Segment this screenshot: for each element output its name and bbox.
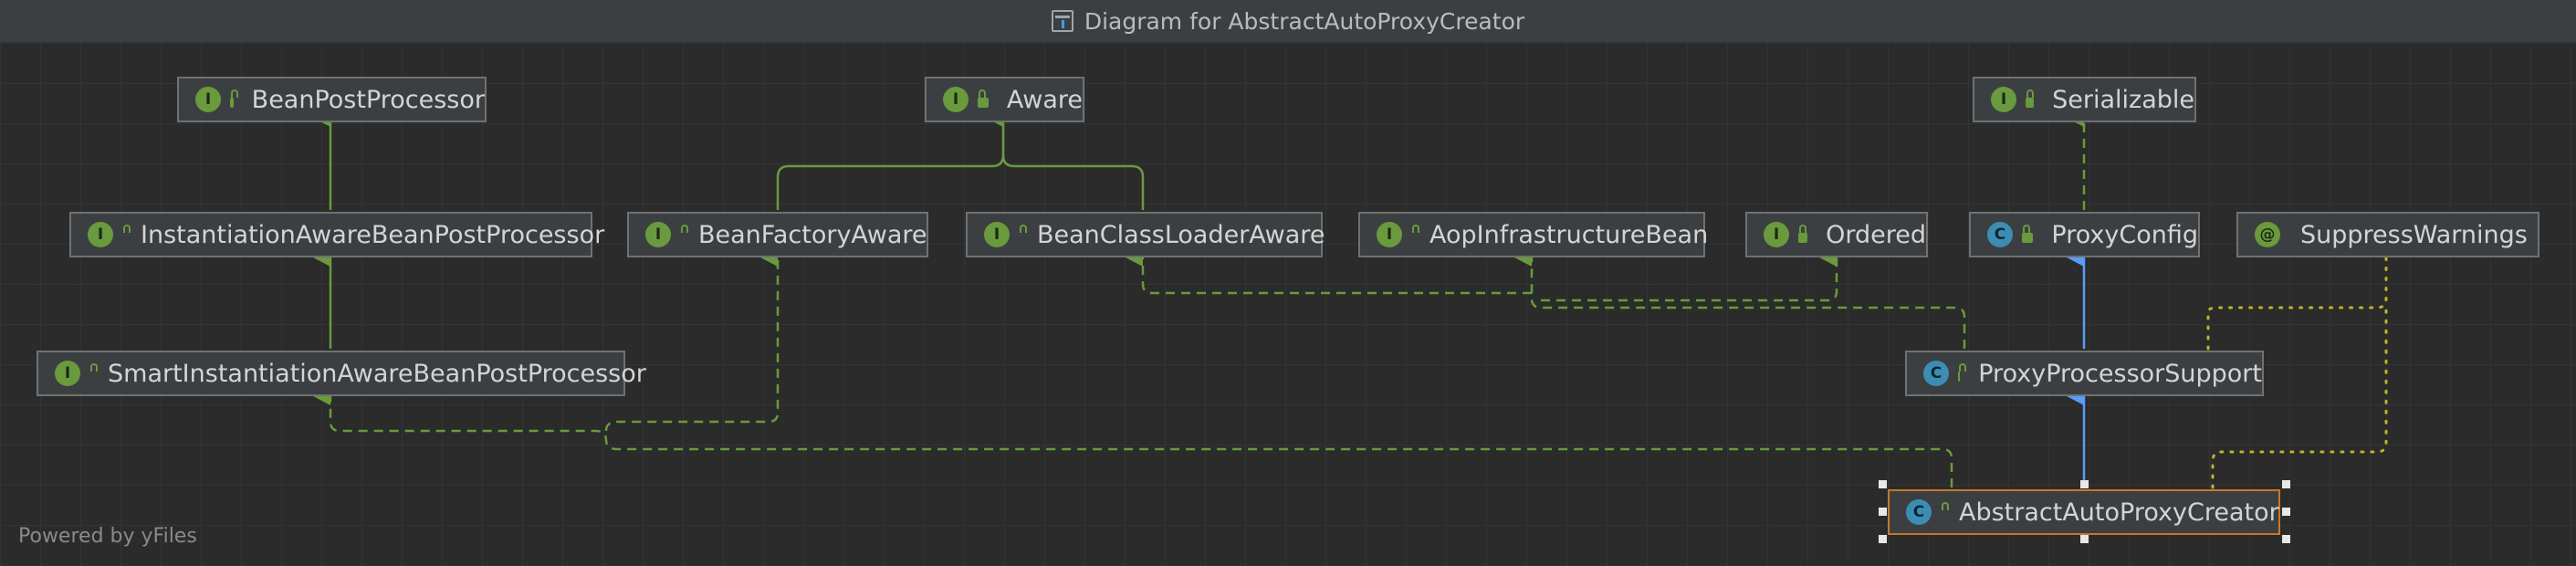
node-label: Ordered bbox=[1826, 220, 1926, 249]
node-label: Aware bbox=[1006, 85, 1083, 114]
node-label: SmartInstantiationAwareBeanPostProcessor bbox=[108, 359, 646, 388]
node-label: ProxyProcessorSupport bbox=[1978, 359, 2262, 388]
node-aware[interactable]: I Aware bbox=[925, 77, 1084, 122]
node-suppress-warnings[interactable]: @ SuppressWarnings bbox=[2236, 212, 2539, 257]
interface-icon: I bbox=[195, 87, 221, 112]
selection-handle[interactable] bbox=[1879, 480, 1887, 488]
node-label: InstantiationAwareBeanPostProcessor bbox=[141, 220, 605, 249]
interface-icon: I bbox=[1991, 87, 2016, 112]
node-abstract-auto-proxy-creator[interactable]: C AbstractAutoProxyCreator bbox=[1888, 489, 2280, 535]
interface-icon: I bbox=[943, 87, 969, 112]
lock-icon bbox=[2022, 225, 2034, 243]
node-label: SuppressWarnings bbox=[2300, 220, 2528, 249]
node-smart-instantiation-aware-bean-post-processor[interactable]: I SmartInstantiationAwareBeanPostProcess… bbox=[37, 351, 646, 396]
edge-proxy-processor-support-to-bean-class-loader-aware bbox=[1126, 248, 1533, 295]
node-label: BeanPostProcessor bbox=[251, 85, 485, 114]
edge-abstract-auto-proxy-creator-to-bean-factory-aware bbox=[604, 248, 780, 432]
node-label: BeanClassLoaderAware bbox=[1037, 220, 1325, 249]
window-title-bar: Diagram for AbstractAutoProxyCreator bbox=[0, 0, 2576, 43]
node-serializable[interactable]: I Serializable bbox=[1973, 77, 2196, 122]
edge-proxy-processor-support-to-aop-infrastructure-bean bbox=[1514, 248, 1966, 349]
interface-icon: I bbox=[55, 361, 80, 386]
node-label: AopInfrastructureBean bbox=[1429, 220, 1709, 249]
lock-icon bbox=[2026, 89, 2035, 108]
diagram-icon bbox=[1051, 10, 1073, 32]
edge-bean-factory-aware-to-aware bbox=[776, 109, 1005, 210]
selection-handle[interactable] bbox=[2080, 535, 2089, 543]
node-label: Serializable bbox=[2052, 85, 2194, 114]
node-ordered[interactable]: I Ordered bbox=[1745, 212, 1928, 257]
node-bean-factory-aware[interactable]: I BeanFactoryAware bbox=[627, 212, 928, 257]
edge-proxy-processor-support-to-suppress-warnings bbox=[2206, 256, 2388, 351]
interface-icon: I bbox=[1764, 222, 1789, 247]
edge-bean-class-loader-aware-to-aware bbox=[1001, 154, 1145, 210]
selection-handle[interactable] bbox=[1879, 535, 1887, 543]
node-proxy-processor-support[interactable]: C ProxyProcessorSupport bbox=[1905, 351, 2264, 396]
edge-proxy-processor-support-to-ordered bbox=[1541, 248, 1838, 302]
annotation-icon: @ bbox=[2255, 222, 2280, 247]
node-bean-class-loader-aware[interactable]: I BeanClassLoaderAware bbox=[966, 212, 1325, 257]
node-label: ProxyConfig bbox=[2051, 220, 2198, 249]
selection-handle[interactable] bbox=[2282, 508, 2290, 516]
node-label: AbstractAutoProxyCreator bbox=[1959, 498, 2279, 527]
node-instantiation-aware-bean-post-processor[interactable]: I InstantiationAwareBeanPostProcessor bbox=[69, 212, 604, 257]
window-title: Diagram for AbstractAutoProxyCreator bbox=[1084, 7, 1525, 35]
node-aop-infrastructure-bean[interactable]: I AopInfrastructureBean bbox=[1358, 212, 1709, 257]
node-proxy-config[interactable]: C ProxyConfig bbox=[1969, 212, 2200, 257]
interface-icon: I bbox=[984, 222, 1010, 247]
lock-icon bbox=[1798, 225, 1808, 243]
selection-handle[interactable] bbox=[2080, 480, 2089, 488]
class-icon: C bbox=[1987, 222, 2013, 247]
class-icon: C bbox=[1923, 361, 1949, 386]
node-bean-post-processor[interactable]: I BeanPostProcessor bbox=[177, 77, 487, 122]
selection-handle[interactable] bbox=[2282, 480, 2290, 488]
interface-icon: I bbox=[645, 222, 671, 247]
selection-handle[interactable] bbox=[1879, 508, 1887, 516]
interface-icon: I bbox=[88, 222, 113, 247]
edge-abstract-auto-proxy-creator-to-smart bbox=[313, 387, 1953, 487]
edge-abstract-auto-proxy-creator-to-suppress-warnings bbox=[2211, 306, 2388, 489]
lock-icon bbox=[978, 89, 989, 108]
node-label: BeanFactoryAware bbox=[698, 220, 927, 249]
interface-icon: I bbox=[1377, 222, 1402, 247]
diagram-canvas[interactable]: I BeanPostProcessor I Aware I Serializab… bbox=[0, 43, 2576, 566]
selection-handle[interactable] bbox=[2282, 535, 2290, 543]
lock-icon bbox=[1958, 363, 1968, 382]
lock-icon bbox=[230, 89, 238, 108]
powered-by-label: Powered by yFiles bbox=[18, 525, 197, 548]
class-icon: C bbox=[1906, 499, 1932, 525]
